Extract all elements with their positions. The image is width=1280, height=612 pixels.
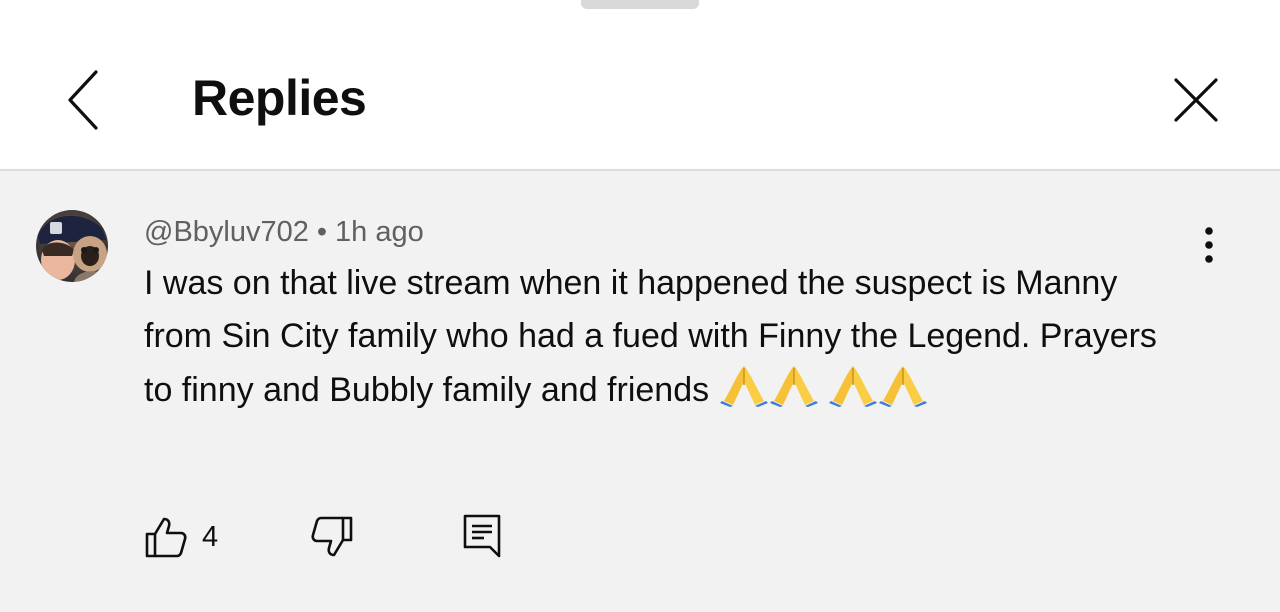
author-handle[interactable]: @Bbyluv702 — [144, 216, 309, 248]
reply-comment-icon — [463, 514, 501, 558]
replies-sheet: Replies @Bbyluv702 • 1h ago I was on tha… — [0, 0, 1280, 612]
like-count: 4 — [202, 520, 219, 553]
folded-hands-emoji — [829, 366, 878, 407]
reply-button[interactable] — [460, 511, 504, 559]
more-options-button[interactable] — [1188, 223, 1230, 267]
drag-handle[interactable] — [581, 0, 699, 9]
folded-hands-emoji — [719, 366, 768, 407]
close-button[interactable] — [1164, 68, 1228, 132]
meta-separator: • — [316, 216, 328, 248]
back-button[interactable] — [56, 64, 112, 136]
replies-header: Replies — [0, 0, 1280, 171]
thumbs-up-icon — [145, 517, 187, 558]
folded-hands-emoji — [879, 366, 928, 407]
comment-timestamp[interactable]: 1h ago — [335, 216, 424, 248]
comment-text: I was on that live stream when it happen… — [144, 257, 1184, 417]
emoji-group — [719, 366, 828, 409]
like-button[interactable]: 4 — [144, 513, 218, 561]
close-icon — [1174, 78, 1218, 122]
back-chevron-icon — [68, 70, 98, 130]
comment-meta: @Bbyluv702 • 1h ago — [144, 215, 424, 249]
thumbs-down-icon — [311, 516, 353, 557]
avatar[interactable] — [36, 210, 108, 282]
page-title: Replies — [192, 70, 367, 126]
emoji-group — [828, 366, 928, 409]
folded-hands-emoji — [769, 366, 818, 407]
comment: @Bbyluv702 • 1h ago I was on that live str… — [0, 173, 1280, 612]
dislike-button[interactable] — [310, 513, 354, 561]
more-vertical-icon — [1205, 227, 1213, 263]
comment-body: I was on that live stream when it happen… — [144, 264, 1157, 409]
